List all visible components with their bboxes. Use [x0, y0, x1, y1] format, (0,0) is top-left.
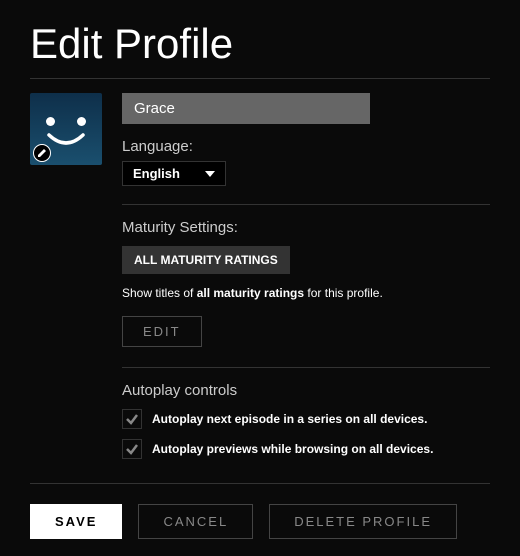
autoplay-label: Autoplay controls [122, 382, 490, 399]
checkmark-icon [125, 442, 139, 456]
autoplay-next-label: Autoplay next episode in a series on all… [152, 412, 427, 426]
save-button[interactable]: SAVE [30, 504, 122, 539]
autoplay-previews-label: Autoplay previews while browsing on all … [152, 442, 433, 456]
language-label: Language: [122, 138, 490, 155]
maturity-edit-button[interactable]: EDIT [122, 316, 202, 347]
chevron-down-icon [205, 171, 215, 177]
divider [122, 367, 490, 368]
profile-name-input[interactable] [122, 93, 370, 124]
maturity-badge: ALL MATURITY RATINGS [122, 246, 290, 274]
autoplay-previews-checkbox[interactable] [122, 439, 142, 459]
autoplay-next-checkbox[interactable] [122, 409, 142, 429]
avatar-edit-button[interactable] [33, 144, 51, 162]
avatar[interactable] [30, 93, 102, 165]
divider [30, 78, 490, 79]
delete-profile-button[interactable]: DELETE PROFILE [269, 504, 457, 539]
maturity-description: Show titles of all maturity ratings for … [122, 286, 490, 300]
language-selected: English [133, 166, 180, 181]
pencil-icon [37, 148, 47, 158]
page-title: Edit Profile [30, 20, 490, 68]
language-select[interactable]: English [122, 161, 226, 186]
divider [122, 204, 490, 205]
checkmark-icon [125, 412, 139, 426]
maturity-label: Maturity Settings: [122, 219, 490, 236]
divider [30, 483, 490, 484]
cancel-button[interactable]: CANCEL [138, 504, 253, 539]
